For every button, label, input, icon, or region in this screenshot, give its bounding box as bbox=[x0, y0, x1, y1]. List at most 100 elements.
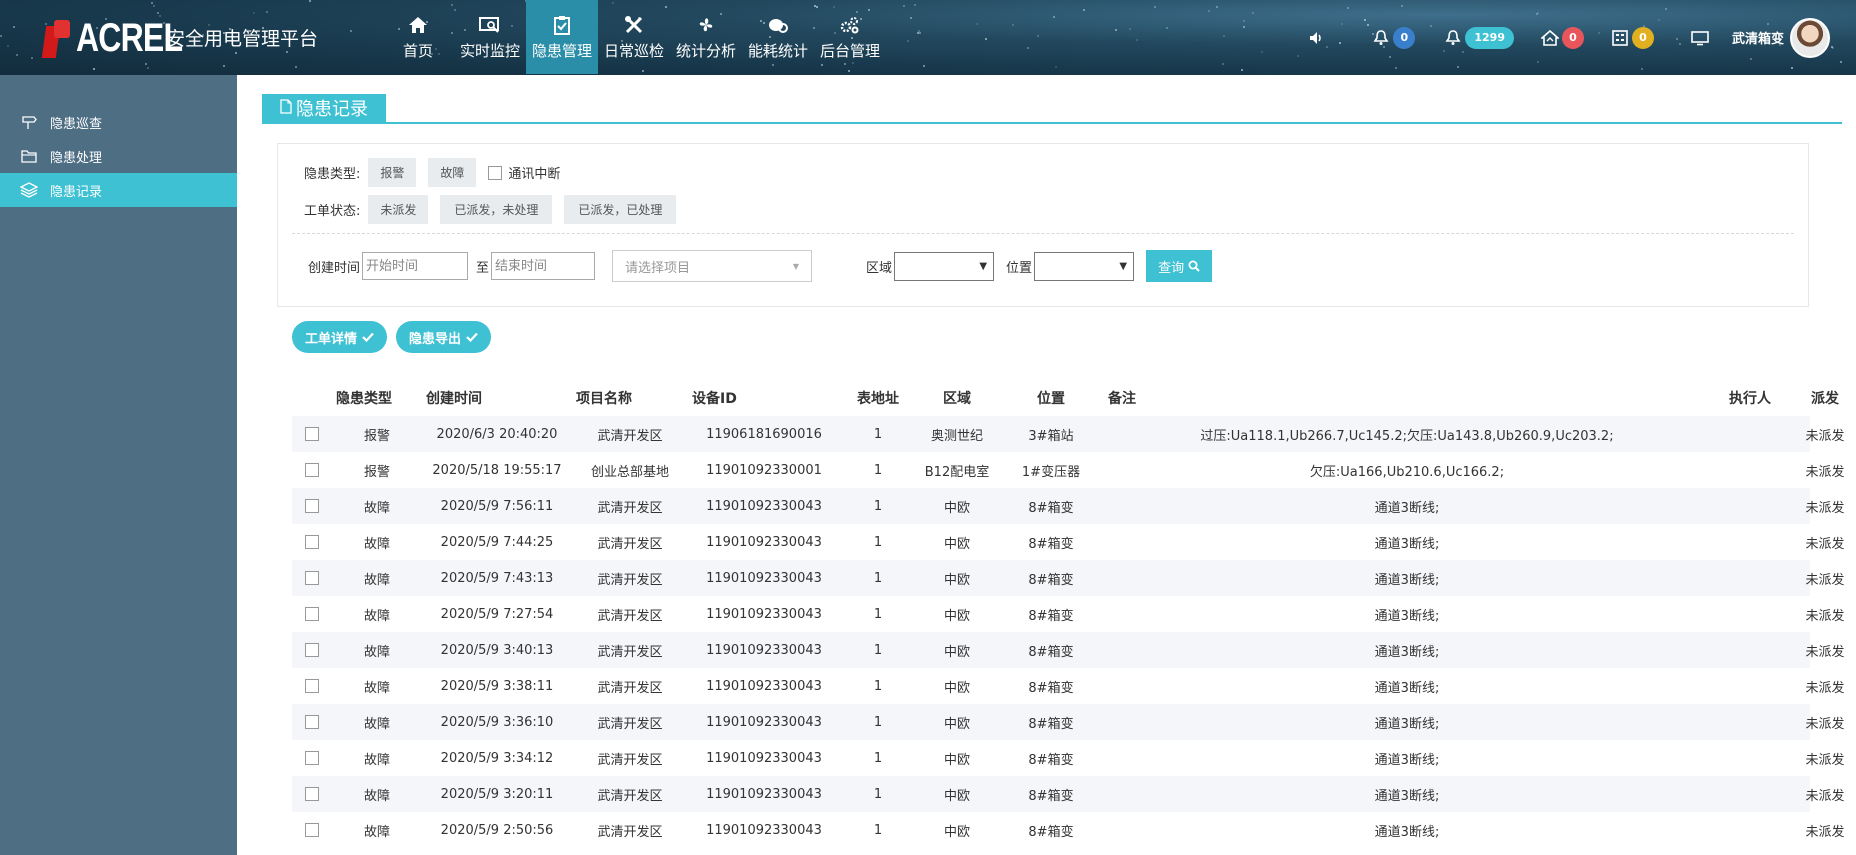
cell-created-time: 2020/6/3 20:40:20 bbox=[436, 426, 558, 442]
cell-created-time: 2020/5/9 3:40:13 bbox=[440, 642, 554, 658]
nav-daily-inspection[interactable]: 日常巡检 bbox=[598, 0, 670, 74]
nav-statistics[interactable]: 统计分析 bbox=[670, 0, 742, 74]
cell-created-time: 2020/5/9 3:38:11 bbox=[440, 678, 554, 694]
status-chip-undispatched[interactable]: 未派发 bbox=[368, 195, 429, 224]
table-row[interactable]: 报警 2020/6/3 20:40:20 武清开发区 11906181690016 1 奥… bbox=[292, 416, 1845, 452]
status-chip-dispatched-unhandled[interactable]: 已派发，未处理 bbox=[440, 195, 553, 224]
column-header-created-time: 创建时间 bbox=[426, 391, 482, 407]
volume-button[interactable] bbox=[1307, 28, 1327, 48]
table-row[interactable]: 故障 2020/5/9 3:20:11 武清开发区 11901092330043 1 中欧… bbox=[292, 776, 1845, 812]
cell-position: 8#箱变 bbox=[1028, 752, 1074, 768]
user-avatar[interactable] bbox=[1790, 17, 1830, 58]
sidebar-menu: 隐患巡查 隐患处理 隐患记录 bbox=[0, 105, 237, 207]
nav-energy-statistics[interactable]: 能耗统计 bbox=[742, 0, 814, 74]
work-order-status-label: 工单状态: bbox=[304, 204, 361, 219]
cell-remark: 通道3断线; bbox=[1374, 752, 1440, 768]
sidebar-item-hazard-patrol[interactable]: 隐患巡查 bbox=[0, 105, 237, 139]
cell-position: 8#箱变 bbox=[1028, 788, 1074, 804]
end-time-input[interactable] bbox=[491, 252, 596, 280]
row-checkbox[interactable] bbox=[305, 823, 319, 837]
nav-hazard-management[interactable]: 隐患管理 bbox=[526, 0, 598, 74]
cell-remark: 通道3断线; bbox=[1374, 536, 1440, 552]
user-name[interactable]: 武清箱变 bbox=[1732, 28, 1784, 47]
project-select[interactable]: 请选择项目 ▼ bbox=[612, 250, 813, 282]
calculator-button[interactable]: 0 bbox=[1610, 26, 1654, 49]
comm-interrupt-checkbox[interactable] bbox=[488, 165, 503, 180]
home-alert-button[interactable]: 0 bbox=[1540, 26, 1584, 49]
nav-realtime-monitor[interactable]: 实时监控 bbox=[454, 0, 526, 74]
project-select-placeholder: 请选择项目 bbox=[625, 260, 691, 276]
star-dot bbox=[147, 66, 150, 69]
type-chip-alarm[interactable]: 报警 bbox=[368, 158, 417, 187]
cell-device-id: 11901092330043 bbox=[706, 714, 822, 730]
row-checkbox[interactable] bbox=[305, 679, 319, 693]
row-checkbox-cell bbox=[292, 679, 332, 693]
query-button-label: 查询 bbox=[1158, 260, 1185, 276]
page-title-tab[interactable]: 隐患记录 bbox=[262, 94, 386, 122]
table-row[interactable]: 故障 2020/5/9 3:38:11 武清开发区 11901092330043 1 中欧… bbox=[292, 668, 1845, 704]
acrel-logo[interactable]: ACREL bbox=[41, 14, 183, 62]
type-chip-fault[interactable]: 故障 bbox=[428, 158, 477, 187]
query-button[interactable]: 查询 bbox=[1146, 250, 1213, 282]
star-dot bbox=[235, 52, 238, 55]
cell-hazard-type: 故障 bbox=[363, 824, 390, 840]
search-icon bbox=[1188, 260, 1200, 272]
status-chip-dispatched-handled[interactable]: 已派发，已处理 bbox=[564, 195, 677, 224]
nav-backend-management[interactable]: 后台管理 bbox=[814, 0, 886, 74]
row-checkbox[interactable] bbox=[305, 427, 319, 441]
row-checkbox[interactable] bbox=[305, 463, 319, 477]
star-dot bbox=[1154, 6, 1157, 9]
monitor-search-icon bbox=[479, 14, 501, 36]
alarm-bell-button[interactable]: 0 bbox=[1371, 26, 1416, 49]
row-checkbox[interactable] bbox=[305, 571, 319, 585]
row-checkbox[interactable] bbox=[305, 787, 319, 801]
sidebar-item-hazard-handling[interactable]: 隐患处理 bbox=[0, 139, 237, 173]
table-row[interactable]: 故障 2020/5/9 7:44:25 武清开发区 11901092330043 1 中欧… bbox=[292, 524, 1845, 560]
star-dot bbox=[252, 11, 255, 14]
tools-icon bbox=[623, 14, 645, 36]
cell-created-time: 2020/5/9 3:20:11 bbox=[440, 786, 554, 802]
star-dot bbox=[266, 10, 269, 13]
row-checkbox[interactable] bbox=[305, 535, 319, 549]
position-select[interactable]: ▼ bbox=[1034, 251, 1135, 281]
row-checkbox[interactable] bbox=[305, 751, 319, 765]
star-dot bbox=[1115, 28, 1118, 31]
cell-remark: 通道3断线; bbox=[1374, 572, 1440, 588]
hazard-export-button[interactable]: 隐患导出 bbox=[396, 321, 492, 353]
table-row[interactable]: 故障 2020/5/9 7:27:54 武清开发区 11901092330043 1 中欧… bbox=[292, 596, 1845, 632]
sidebar-item-hazard-records[interactable]: 隐患记录 bbox=[0, 173, 237, 207]
table-row[interactable]: 故障 2020/5/9 7:56:11 武清开发区 11901092330043 1 中欧… bbox=[292, 488, 1845, 524]
screen-button[interactable] bbox=[1690, 28, 1710, 48]
row-checkbox[interactable] bbox=[305, 715, 319, 729]
table-row[interactable]: 故障 2020/5/9 7:43:13 武清开发区 11901092330043 1 中欧… bbox=[292, 560, 1845, 596]
row-checkbox[interactable] bbox=[305, 643, 319, 657]
row-checkbox-cell bbox=[292, 535, 332, 549]
star-dot bbox=[30, 56, 33, 59]
row-checkbox[interactable] bbox=[305, 607, 319, 621]
layers-icon bbox=[20, 181, 38, 199]
table-row[interactable]: 故障 2020/5/9 3:36:10 武清开发区 11901092330043 1 中欧… bbox=[292, 704, 1845, 740]
row-checkbox[interactable] bbox=[305, 499, 319, 513]
column-header-device-id: 设备ID bbox=[692, 391, 737, 407]
star-dot bbox=[6, 44, 9, 47]
cell-project-name: 武清开发区 bbox=[597, 752, 663, 768]
table-row[interactable]: 故障 2020/5/9 2:50:56 武清开发区 11901092330043 1 中欧… bbox=[292, 812, 1845, 848]
cell-remark: 通道3断线; bbox=[1374, 824, 1440, 840]
nav-home[interactable]: 首页 bbox=[382, 0, 454, 74]
calculator-icon bbox=[1610, 28, 1630, 48]
star-dot bbox=[918, 30, 921, 33]
star-dot bbox=[1242, 20, 1245, 23]
start-time-input[interactable] bbox=[362, 252, 469, 280]
hazard-type-row: 隐患类型: 报警 故障 通讯中断 bbox=[304, 158, 560, 187]
work-order-detail-button[interactable]: 工单详情 bbox=[292, 321, 388, 353]
cell-project-name: 武清开发区 bbox=[597, 536, 663, 552]
table-row[interactable]: 故障 2020/5/9 3:34:12 武清开发区 11901092330043 1 中欧… bbox=[292, 740, 1845, 776]
page-title: 隐患记录 bbox=[296, 99, 368, 120]
table-row[interactable]: 故障 2020/5/9 3:40:13 武清开发区 11901092330043 1 中欧… bbox=[292, 632, 1845, 668]
fault-bell-button[interactable]: 1299 bbox=[1443, 26, 1514, 49]
table-row[interactable]: 报警 2020/5/18 19:55:17 创业总部基地 11901092330001… bbox=[292, 452, 1845, 488]
nav-label: 隐患管理 bbox=[531, 41, 592, 60]
table-body: 报警 2020/6/3 20:40:20 武清开发区 11906181690016 1 奥… bbox=[292, 416, 1845, 848]
star-dot bbox=[913, 3, 916, 6]
area-select[interactable]: ▼ bbox=[894, 251, 995, 281]
